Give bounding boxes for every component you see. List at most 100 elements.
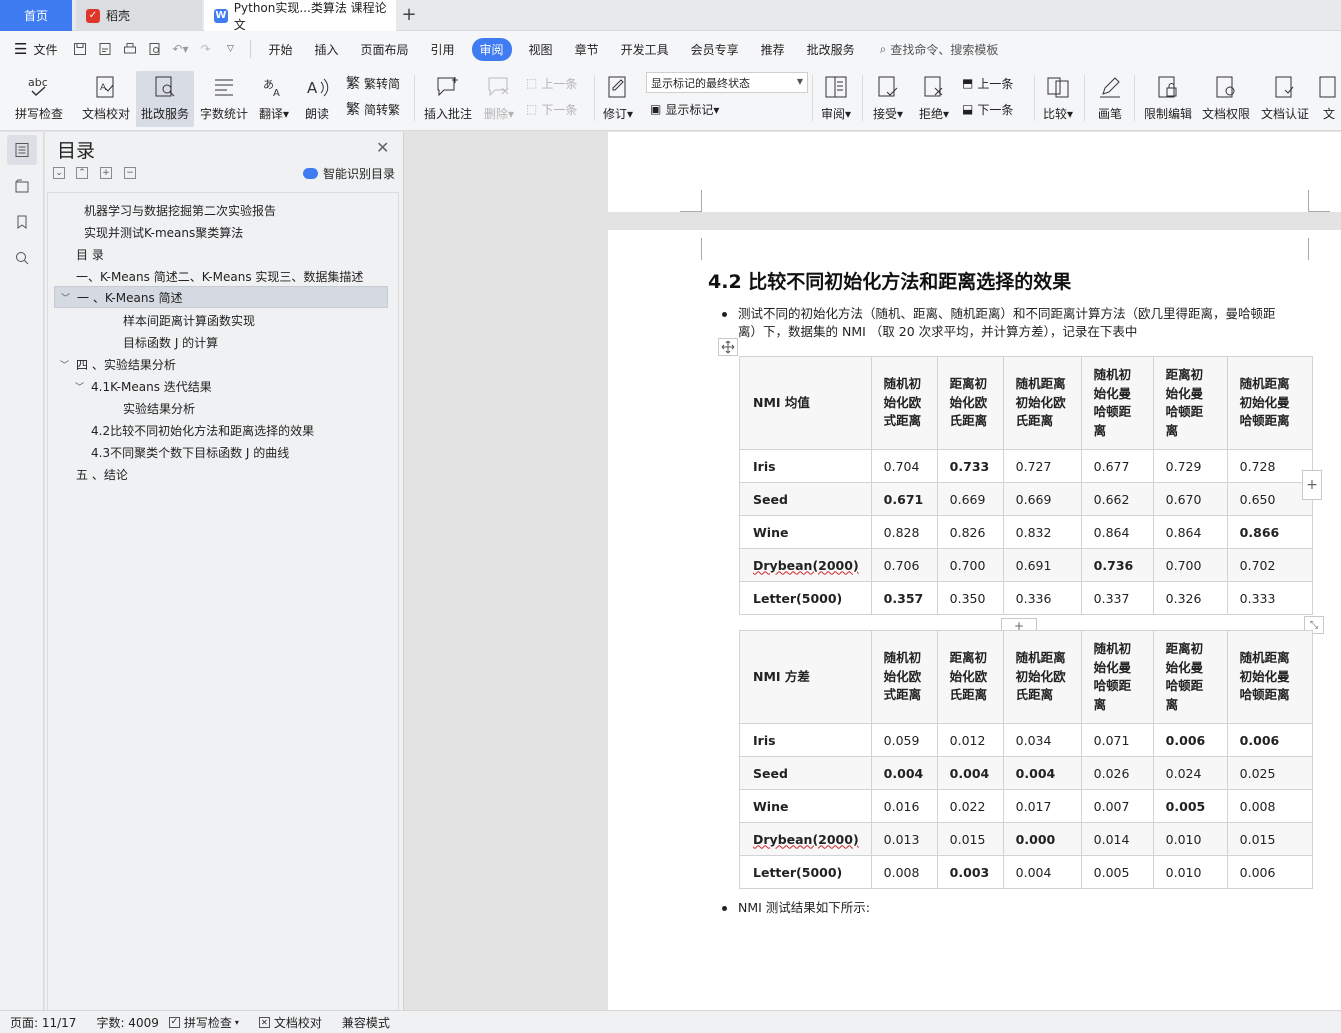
toc-item[interactable]: 实现并测试K-means聚类算法 — [84, 221, 243, 243]
doc-permission-button[interactable]: 文档权限 — [1198, 71, 1254, 127]
chapter-nav-icon[interactable] — [7, 171, 37, 201]
review-pane-button[interactable]: 审阅▾ — [816, 71, 856, 127]
spell-check-button[interactable]: abc 拼写检查 — [8, 71, 70, 127]
menu-divider — [250, 40, 252, 58]
current-page[interactable]: 4.2 比较不同初始化方法和距离选择的效果 测试不同的初始化方法（随机、距离、随… — [608, 230, 1341, 1010]
toc-item-label: 样本间距离计算函数实现 — [123, 313, 256, 328]
menu-member[interactable]: 会员专享 — [691, 41, 739, 58]
bookmark-icon[interactable] — [7, 207, 37, 237]
toc-item[interactable]: 实验结果分析 — [123, 397, 195, 419]
doc-certification-button[interactable]: 文档认证 — [1256, 71, 1314, 127]
word-count-indicator[interactable]: 字数: 4009 — [96, 1014, 158, 1031]
review-pane-icon — [825, 76, 847, 98]
table-cell: 0.006 — [1152, 723, 1228, 757]
menu-developer[interactable]: 开发工具 — [621, 41, 669, 58]
markup-state-dropdown[interactable]: 显示标记的最终状态 ▼ — [646, 72, 808, 93]
translate-button[interactable]: あA 翻译▾ — [254, 71, 294, 127]
traditional-to-simplified-button[interactable]: 繁 繁转简 — [346, 72, 400, 94]
toc-item[interactable]: 4.2比较不同初始化方法和距离选择的效果 — [91, 419, 314, 441]
tab-home[interactable]: 首页 — [0, 0, 72, 31]
ribbon-overflow-button[interactable]: 文 — [1318, 71, 1340, 127]
status-spell-check[interactable]: ✓ 拼写检查 ▾ — [168, 1014, 239, 1031]
reject-button[interactable]: 拒绝▾ — [914, 71, 954, 127]
collapse-all-icon[interactable]: ⌄ — [53, 167, 65, 179]
menu-recommend[interactable]: 推荐 — [761, 41, 785, 58]
menu-page-layout[interactable]: 页面布局 — [361, 41, 409, 58]
compare-button[interactable]: 比较▾ — [1038, 71, 1078, 127]
smart-toc-button[interactable]: 智能识别目录 — [303, 165, 395, 182]
save-icon[interactable] — [69, 38, 91, 60]
export-pdf-icon[interactable] — [94, 38, 116, 60]
toc-item-label: 机器学习与数据挖掘第二次实验报告 — [84, 203, 277, 218]
grading-service-button[interactable]: 批改服务 — [136, 71, 194, 127]
toc-item[interactable]: 目 录 — [76, 243, 104, 265]
previous-change-button[interactable]: ⬒ 上一条 — [962, 72, 1013, 94]
table-move-handle[interactable] — [718, 338, 738, 356]
menu-review[interactable]: 审阅 — [471, 37, 512, 61]
table-cell: 0.670 — [1152, 482, 1228, 516]
toc-item[interactable]: 一、K-Means 简述二、K-Means 实现三、数据集描述 — [76, 265, 363, 287]
compare-label: 比较▾ — [1042, 107, 1074, 121]
undo-icon[interactable]: ↶▾ — [169, 38, 191, 60]
doc-proofread-button[interactable]: A 文档校对 — [78, 71, 134, 127]
file-menu[interactable]: ☰ 文件 — [14, 40, 57, 58]
expand-up-icon[interactable]: ⌃ — [76, 167, 88, 179]
read-aloud-button[interactable]: A 朗读 — [298, 71, 336, 127]
pen-button[interactable]: 画笔 — [1090, 71, 1130, 127]
search-icon[interactable] — [7, 243, 37, 273]
nmi-mean-table[interactable]: NMI 均值 随机初始化欧式距离 距离初始化欧氏距离 随机距离初始化欧氏距离 随… — [739, 356, 1313, 615]
toc-item[interactable]: 五 、结论 — [76, 463, 128, 485]
previous-comment-button[interactable]: ⬚ 上一条 — [526, 72, 577, 94]
table-cell: 0.004 — [870, 756, 938, 790]
table-cell: 0.733 — [936, 449, 1004, 483]
page-corner-mark — [680, 238, 702, 260]
status-doc-proofread[interactable]: ✕ 文档校对 — [258, 1014, 322, 1031]
tab-daoke[interactable]: ✓ 稻壳 — [76, 0, 202, 31]
toc-item-label: 一、K-Means 简述二、K-Means 实现三、数据集描述 — [76, 269, 364, 284]
toc-item[interactable]: 目标函数 J 的计算 — [123, 331, 218, 353]
toc-item[interactable]: 机器学习与数据挖掘第二次实验报告 — [84, 199, 276, 221]
close-icon[interactable]: ✕ — [376, 138, 389, 157]
next-comment-button[interactable]: ⬚ 下一条 — [526, 98, 577, 120]
restrict-editing-button[interactable]: 限制编辑 — [1140, 71, 1196, 127]
menu-start[interactable]: 开始 — [268, 41, 292, 58]
print-preview-icon[interactable] — [144, 38, 166, 60]
word-count-button[interactable]: 字数统计 — [196, 71, 252, 127]
add-column-button[interactable]: + — [1302, 470, 1322, 500]
quick-access-dropdown-icon[interactable]: ▽ — [219, 38, 241, 60]
toc-item[interactable]: 4.3不同聚类个数下目标函数 J 的曲线 — [91, 441, 289, 463]
next-change-button[interactable]: ⬓ 下一条 — [962, 98, 1013, 120]
add-level-icon[interactable]: + — [100, 167, 112, 179]
toc-item[interactable]: ﹀ 四 、实验结果分析 — [60, 353, 176, 375]
remove-level-icon[interactable]: − — [124, 167, 136, 179]
delete-comment-button[interactable]: 删除▾ — [480, 71, 518, 127]
page-indicator[interactable]: 页面: 11/17 — [10, 1014, 76, 1031]
toc-item[interactable]: ﹀ 4.1K-Means 迭代结果 — [75, 375, 212, 397]
toc-item-selected[interactable]: ﹀ 一 、K-Means 简述 — [54, 286, 388, 308]
command-search[interactable]: ⌕ 查找命令、搜索模板 — [880, 41, 999, 58]
read-aloud-icon: A — [307, 78, 329, 97]
read-aloud-label: 朗读 — [304, 107, 329, 121]
menu-references[interactable]: 引用 — [431, 41, 455, 58]
toc-item[interactable]: 样本间距离计算函数实现 — [123, 309, 255, 331]
print-icon[interactable] — [119, 38, 141, 60]
column-header: 随机距离初始化曼哈顿距离 — [1226, 630, 1313, 724]
daoke-logo-icon: ✓ — [86, 8, 100, 23]
nmi-variance-table[interactable]: NMI 方差 随机初始化欧式距离 距离初始化欧氏距离 随机距离初始化欧氏距离 随… — [739, 630, 1313, 889]
menu-insert[interactable]: 插入 — [314, 41, 338, 58]
menu-grading[interactable]: 批改服务 — [807, 41, 855, 58]
menu-chapter[interactable]: 章节 — [575, 41, 599, 58]
redo-icon[interactable]: ↷ — [194, 38, 216, 60]
accept-button[interactable]: 接受▾ — [868, 71, 908, 127]
simplified-to-traditional-button[interactable]: 繁 简转繁 — [346, 98, 400, 120]
tab-document[interactable]: W Python实现...类算法 课程论文 — [204, 0, 396, 32]
menu-view[interactable]: 视图 — [529, 41, 553, 58]
track-changes-button[interactable]: 修订▾ — [598, 71, 638, 127]
ribbon-separator — [1134, 75, 1135, 121]
show-markup-button[interactable]: ▣ 显示标记▾ — [650, 98, 719, 120]
tab-home-label: 首页 — [23, 9, 48, 23]
insert-comment-button[interactable]: 插入批注 — [420, 71, 476, 127]
doc-certification-icon — [1275, 76, 1294, 98]
new-tab-button[interactable]: + — [398, 4, 420, 26]
toc-pane-icon[interactable] — [7, 135, 37, 165]
